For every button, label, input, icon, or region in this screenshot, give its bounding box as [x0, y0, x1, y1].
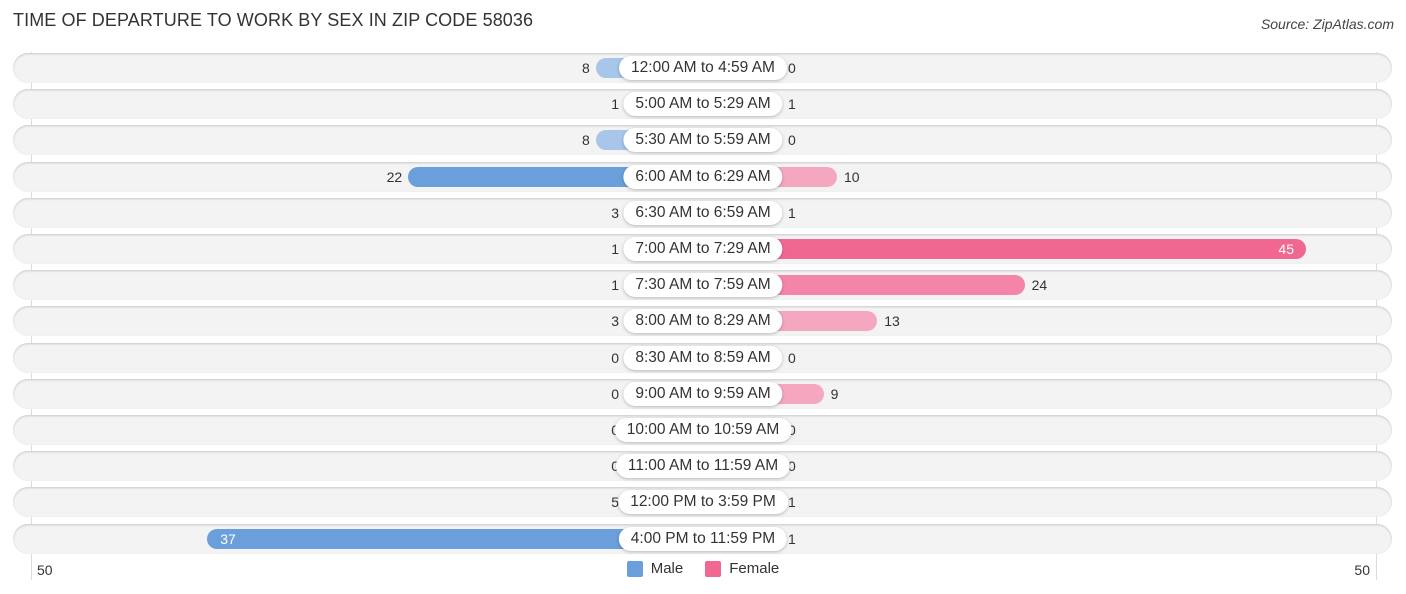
value-label-male: 8: [582, 132, 590, 149]
value-label-female: 1: [788, 96, 796, 113]
category-label: 8:30 AM to 8:59 AM: [623, 345, 783, 370]
value-label-female: 24: [1031, 277, 1048, 294]
value-label-male: 37: [220, 530, 236, 547]
category-label: 6:00 AM to 6:29 AM: [623, 164, 783, 189]
value-label-female: 45: [1278, 241, 1294, 257]
value-label-male: 8: [582, 60, 590, 76]
value-label-female: 9: [830, 385, 839, 402]
value-label-male: 3: [611, 313, 619, 330]
legend-swatch-male: [626, 560, 643, 577]
category-label: 12:00 PM to 3:59 PM: [618, 490, 788, 515]
category-label: 7:30 AM to 7:59 AM: [623, 273, 783, 298]
category-label: 6:30 AM to 6:59 AM: [623, 200, 783, 225]
legend-swatch-female: [705, 560, 722, 577]
legend-item-male[interactable]: Male: [626, 560, 684, 577]
value-label-female: 0: [788, 349, 796, 366]
value-label-male: 1: [611, 277, 619, 294]
value-label-male: 22: [386, 168, 403, 185]
category-label: 7:00 AM to 7:29 AM: [623, 237, 783, 261]
legend-label-female: Female: [729, 560, 780, 577]
value-label-female: 1: [788, 204, 796, 221]
value-label-male: 1: [611, 241, 619, 257]
value-label-male: 0: [611, 385, 619, 402]
value-label-female: 0: [788, 60, 796, 76]
value-label-female: 1: [788, 530, 796, 547]
category-label: 8:00 AM to 8:29 AM: [623, 309, 783, 334]
category-label: 5:00 AM to 5:29 AM: [623, 92, 783, 117]
legend: Male Female: [0, 560, 1406, 577]
category-label: 11:00 AM to 11:59 AM: [615, 454, 791, 479]
value-label-male: 3: [611, 204, 619, 221]
legend-label-male: Male: [650, 560, 684, 577]
chart-title: TIME OF DEPARTURE TO WORK BY SEX IN ZIP …: [13, 10, 534, 30]
category-label: 10:00 AM to 10:59 AM: [614, 418, 792, 442]
value-label-female: 1: [788, 494, 796, 511]
legend-item-female[interactable]: Female: [705, 560, 779, 577]
category-label: 9:00 AM to 9:59 AM: [623, 381, 783, 406]
value-label-male: 0: [611, 349, 619, 366]
category-label: 5:30 AM to 5:59 AM: [623, 128, 783, 153]
source-label: Source: ZipAtlas.com: [1260, 16, 1394, 32]
value-label-male: 1: [611, 96, 619, 113]
category-label: 12:00 AM to 4:59 AM: [619, 56, 787, 80]
value-label-female: 0: [788, 132, 796, 149]
bar-female[interactable]: [703, 239, 1306, 259]
value-label-female: 13: [884, 313, 900, 330]
category-label: 4:00 PM to 11:59 PM: [618, 526, 788, 551]
value-label-female: 10: [844, 168, 860, 185]
